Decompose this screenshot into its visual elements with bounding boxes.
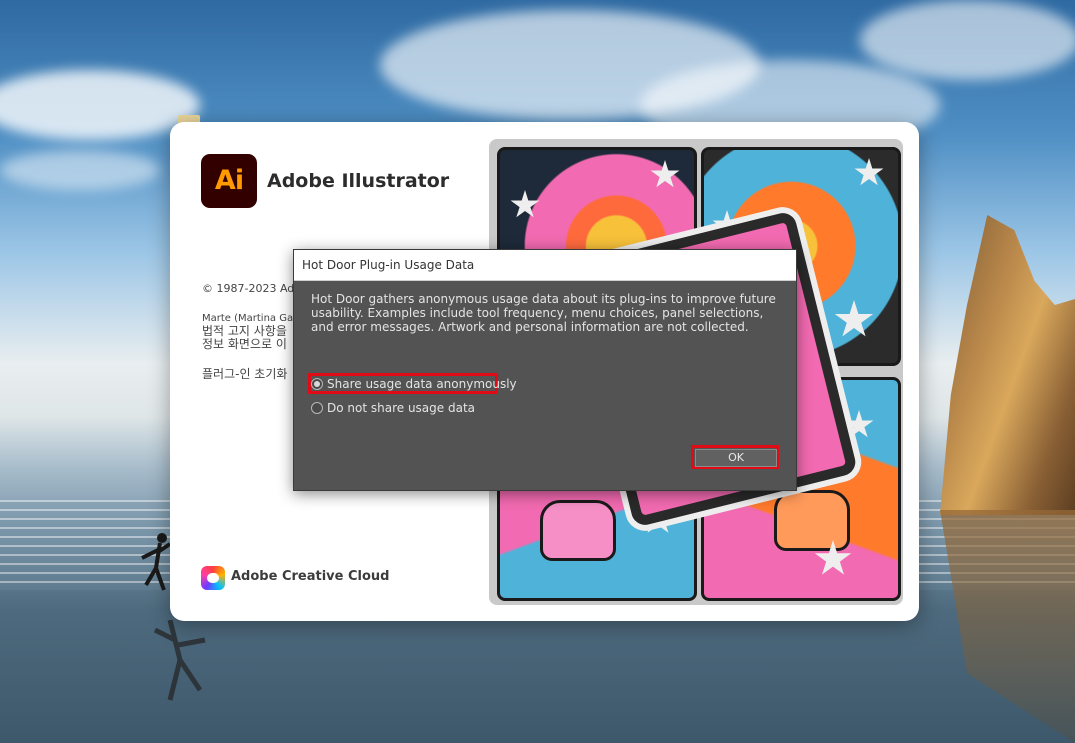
cloud xyxy=(860,0,1075,80)
usage-data-dialog: Hot Door Plug-in Usage Data Hot Door gat… xyxy=(293,249,797,491)
share-usage-label: Share usage data anonymously xyxy=(327,377,517,391)
do-not-share-radio-option[interactable]: Do not share usage data xyxy=(311,401,475,415)
fist-shape xyxy=(540,500,616,561)
app-title: Adobe Illustrator xyxy=(267,170,450,192)
creative-cloud-label: Adobe Creative Cloud xyxy=(231,569,390,584)
person-silhouette xyxy=(141,533,172,591)
loading-status: 플러그-인 초기화 xyxy=(202,367,288,381)
fist-shape xyxy=(774,490,850,551)
radio-unchecked-icon[interactable] xyxy=(311,402,323,414)
coastal-rock xyxy=(940,215,1075,515)
do-not-share-label: Do not share usage data xyxy=(327,401,475,415)
share-usage-radio-option[interactable]: Share usage data anonymously xyxy=(311,377,517,391)
star-shape xyxy=(510,190,540,218)
illustrator-logo-icon: Ai xyxy=(201,154,257,208)
star-shape xyxy=(834,300,874,337)
creative-cloud-icon xyxy=(201,566,225,590)
legal-notice-line: 정보 화면으로 이 xyxy=(202,337,287,351)
person-reflection xyxy=(153,620,206,701)
cloud xyxy=(0,150,160,190)
dialog-title: Hot Door Plug-in Usage Data xyxy=(302,258,475,272)
radio-checked-icon[interactable] xyxy=(311,378,323,390)
dialog-titlebar[interactable]: Hot Door Plug-in Usage Data xyxy=(294,250,796,281)
credits-text: Marte (Martina Ga 법적 고지 사항을 정보 화면으로 이 xyxy=(202,312,293,351)
cloud xyxy=(0,70,200,140)
star-shape xyxy=(854,158,884,186)
dialog-message: Hot Door gathers anonymous usage data ab… xyxy=(311,292,776,334)
rock-reflection xyxy=(940,510,1075,743)
star-shape xyxy=(650,160,680,188)
ok-button[interactable]: OK xyxy=(695,449,777,467)
